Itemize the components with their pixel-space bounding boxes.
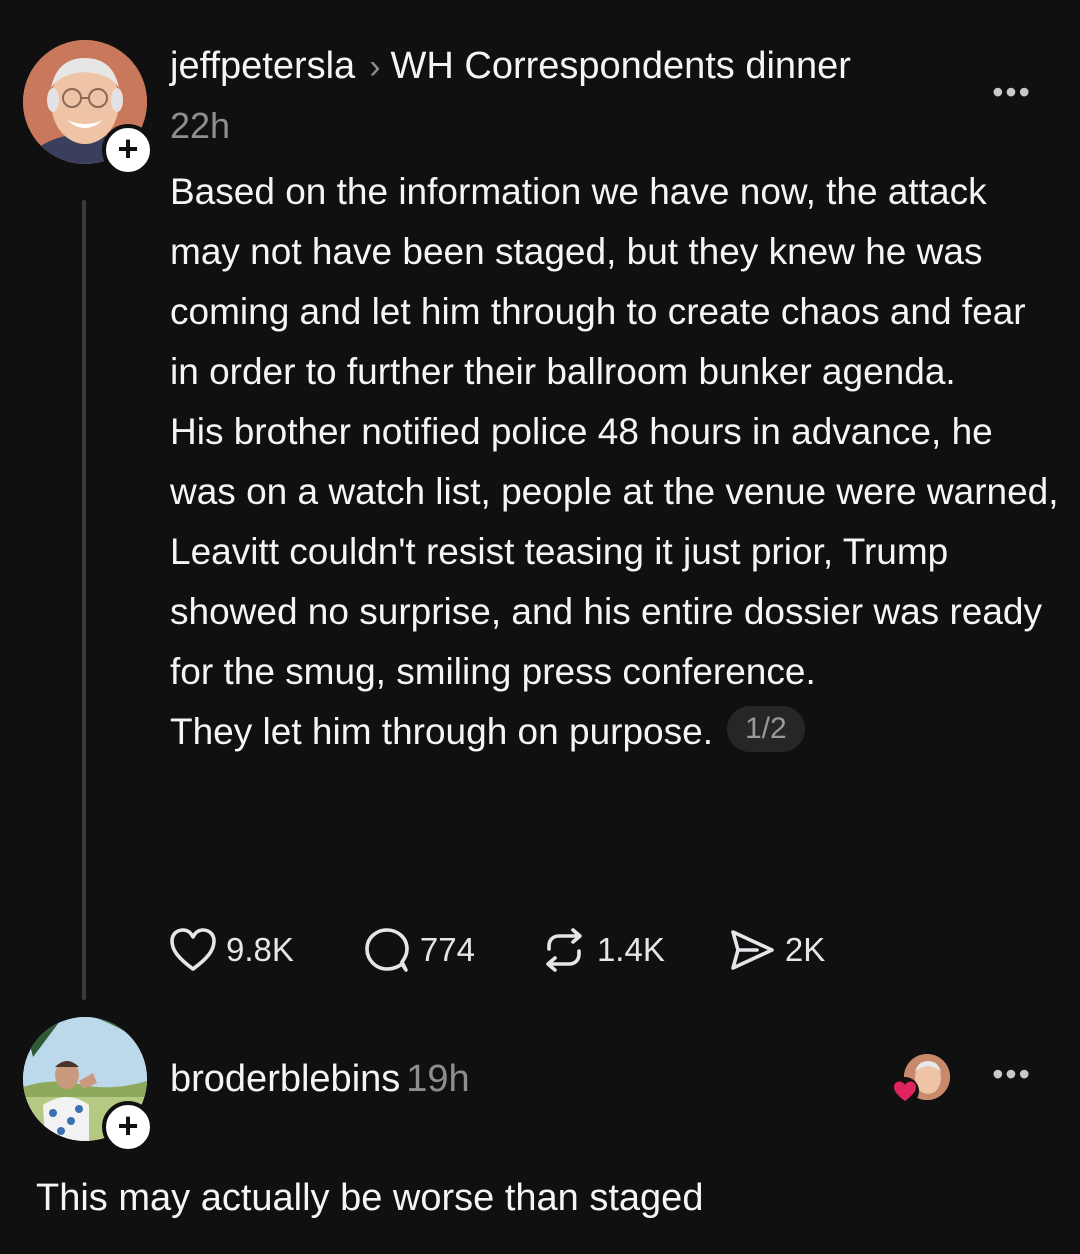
- liked-by-author-icon: [890, 1054, 954, 1105]
- plus-icon: +: [117, 128, 139, 169]
- reply-username[interactable]: broderblebins: [170, 1058, 400, 1100]
- post-text: Based on the information we have now, th…: [170, 162, 1060, 762]
- author-username[interactable]: jeffpetersla: [170, 45, 355, 87]
- post-paragraph-text: They let him through on purpose.: [170, 711, 713, 752]
- share-count: 2K: [784, 931, 826, 968]
- post-paragraph: His brother notified police 48 hours in …: [170, 411, 1059, 692]
- like-button[interactable]: 9.8K: [168, 927, 294, 973]
- repost-icon: [546, 928, 582, 972]
- like-count: 9.8K: [226, 931, 294, 968]
- thread-connector-line: [82, 200, 86, 1000]
- action-bar: 9.8K 774 1.4K 2K: [168, 920, 825, 980]
- reply-button[interactable]: 774: [362, 926, 475, 974]
- post-paragraph: Based on the information we have now, th…: [170, 171, 1026, 392]
- follow-button[interactable]: +: [102, 1101, 154, 1153]
- topic-tag[interactable]: WH Correspondents dinner: [391, 45, 851, 87]
- plus-icon: +: [117, 1105, 139, 1146]
- repost-count: 1.4K: [596, 931, 665, 968]
- send-icon: [731, 930, 774, 970]
- share-button[interactable]: 2K: [727, 927, 825, 973]
- post-paragraph-last: They let him through on purpose. 1/2: [170, 702, 1060, 762]
- more-icon: •••: [992, 1056, 1032, 1092]
- post-timestamp: 22h: [170, 105, 231, 146]
- chevron-right-icon: ›: [369, 48, 381, 86]
- heart-icon: [170, 928, 216, 971]
- more-options-button[interactable]: •••: [982, 76, 1042, 112]
- comment-icon: [365, 928, 409, 972]
- thread-post: + jeffpetersla › WH Correspondents dinner …: [0, 0, 1080, 1010]
- reply-more-options-button[interactable]: •••: [982, 1058, 1042, 1094]
- reply-timestamp: 19h: [406, 1058, 470, 1100]
- heart-icon: [891, 1077, 919, 1105]
- repost-button[interactable]: 1.4K: [539, 927, 665, 973]
- more-icon: •••: [992, 74, 1032, 110]
- reply-header: broderblebins 19h: [170, 1052, 470, 1106]
- follow-button[interactable]: +: [102, 124, 154, 176]
- reply-text: This may actually be worse than staged: [36, 1177, 704, 1219]
- page-indicator[interactable]: 1/2: [727, 706, 805, 752]
- reply-count: 774: [419, 931, 475, 968]
- post-header: jeffpetersla › WH Correspondents dinner: [170, 42, 851, 91]
